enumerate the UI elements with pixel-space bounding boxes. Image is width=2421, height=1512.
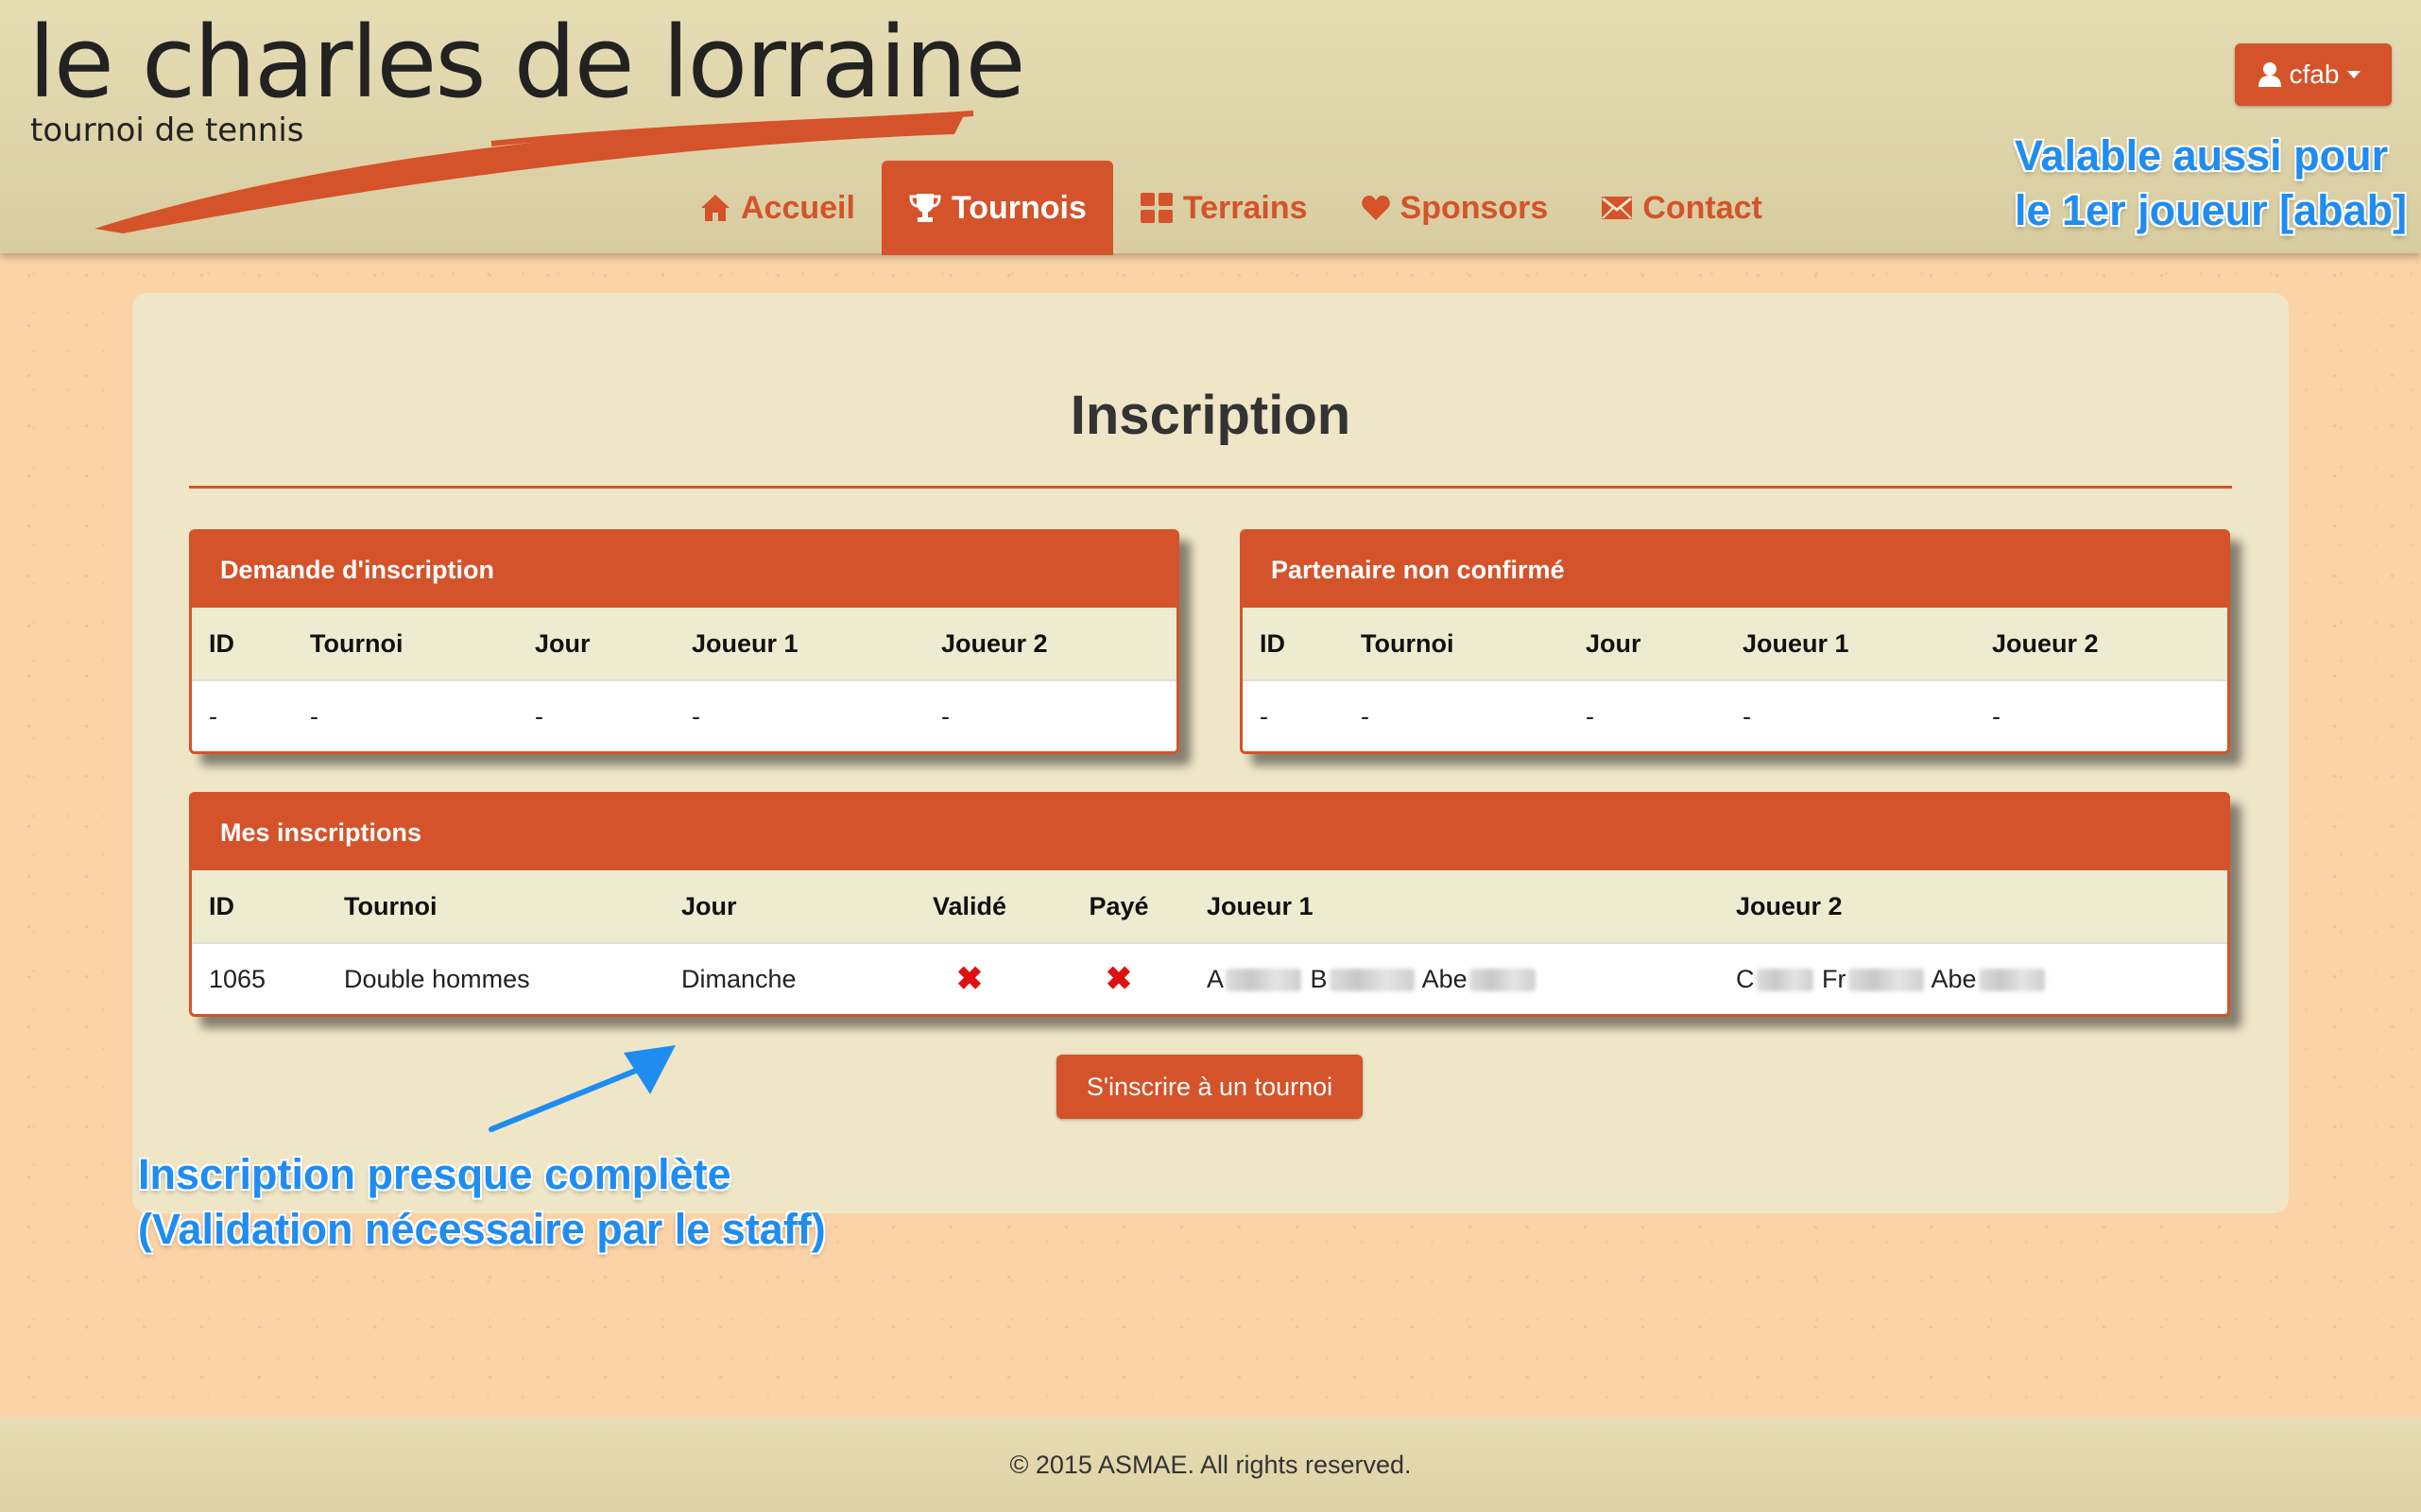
table-cell: - [310, 701, 318, 730]
blurred-text [1329, 969, 1415, 992]
joueur2-cell: C Fr Abe [1719, 943, 2227, 1014]
inscription-tournoi: Double hommes [344, 964, 530, 993]
trophy-icon [909, 194, 941, 222]
inscrire-tournoi-button[interactable]: S'inscrire à un tournoi [1056, 1055, 1363, 1119]
annotation-arrow-icon [489, 1045, 676, 1132]
col-header: Joueur 2 [1975, 608, 2227, 681]
col-header: Validé [891, 870, 1048, 944]
nav-label: Accueil [741, 189, 855, 226]
name-part: Abe [1931, 964, 1977, 993]
user-icon [2258, 62, 2281, 87]
nav-item-tournois[interactable]: Tournois [881, 161, 1113, 255]
col-header: Tournoi [1344, 608, 1569, 681]
blurred-text [1847, 969, 1924, 992]
name-part: A [1207, 964, 1225, 993]
blurred-text [1226, 969, 1302, 992]
nav-item-accueil[interactable]: Accueil [673, 161, 882, 255]
table-cell: - [1260, 701, 1268, 730]
nav-label: Contact [1642, 189, 1762, 226]
user-menu-button[interactable]: cfab [2235, 43, 2392, 106]
partenaire-table: ID Tournoi Jour Joueur 1 Joueur 2 - - - … [1243, 608, 2227, 751]
heart-icon [1361, 196, 1390, 220]
col-header: Jour [664, 870, 891, 944]
annotation-line: (Validation nécessaire par le staff) [138, 1205, 826, 1253]
name-part: C [1736, 964, 1755, 993]
partenaire-card: Partenaire non confirmé ID Tournoi Jour … [1240, 529, 2230, 754]
page-title: Inscription [1070, 385, 1351, 446]
table-row: 1065 Double hommes Dimanche ✖ ✖ A B Abe … [192, 943, 2227, 1014]
table-cell: - [1992, 701, 2000, 730]
paye-status: ✖ [1048, 943, 1190, 1014]
col-header: Joueur 1 [675, 608, 924, 681]
table-row: - - - - - [1243, 680, 2227, 751]
table-cell: - [1361, 701, 1369, 730]
logo-title[interactable]: le charles de lorraine [28, 13, 1025, 112]
col-header: Joueur 1 [1190, 870, 1719, 944]
blurred-text [1978, 969, 2045, 992]
table-header-row: ID Tournoi Jour Joueur 1 Joueur 2 [192, 608, 1176, 681]
col-header: ID [192, 870, 327, 944]
blurred-text [1756, 969, 1813, 992]
cross-icon: ✖ [1105, 961, 1133, 997]
table-header-row: ID Tournoi Jour Validé Payé Joueur 1 Jou… [192, 870, 2227, 944]
table-cell: - [941, 701, 950, 730]
valide-status: ✖ [891, 943, 1048, 1014]
main-nav: Accueil Tournois Terrains Sponsors Conta… [673, 161, 1789, 255]
nav-item-sponsors[interactable]: Sponsors [1334, 161, 1575, 255]
col-header: Tournoi [293, 608, 518, 681]
col-header: Joueur 1 [1726, 608, 1975, 681]
nav-item-contact[interactable]: Contact [1574, 161, 1789, 255]
nav-label: Sponsors [1399, 189, 1549, 226]
nav-label: Terrains [1182, 189, 1308, 226]
title-divider [189, 486, 2232, 489]
user-menu-label: cfab [2289, 60, 2340, 89]
col-header: Joueur 2 [1719, 870, 2227, 944]
table-cell: - [535, 701, 543, 730]
name-part: B [1310, 964, 1328, 993]
table-cell: - [692, 701, 700, 730]
logo-subtitle: tournoi de tennis [30, 112, 304, 149]
col-header: ID [1243, 608, 1344, 681]
col-header: ID [192, 608, 293, 681]
name-part: Fr [1822, 964, 1846, 993]
table-cell: - [209, 701, 217, 730]
annotation-top: Valable aussi pour le 1er joueur [abab] [2015, 129, 2407, 238]
nav-item-terrains[interactable]: Terrains [1113, 161, 1334, 255]
table-cell: - [1743, 701, 1751, 730]
col-header: Joueur 2 [924, 608, 1176, 681]
annotation-line: le 1er joueur [abab] [2015, 186, 2408, 234]
card-title: Mes inscriptions [192, 795, 2227, 870]
table-cell: - [1586, 701, 1594, 730]
col-header: Jour [1569, 608, 1726, 681]
annotation-line: Valable aussi pour [2015, 131, 2389, 180]
annotation-line: Inscription presque complète [138, 1150, 731, 1198]
col-header: Tournoi [327, 870, 664, 944]
table-header-row: ID Tournoi Jour Joueur 1 Joueur 2 [1243, 608, 2227, 681]
home-icon [701, 195, 730, 221]
card-title: Partenaire non confirmé [1243, 532, 2227, 608]
inscription-jour: Dimanche [681, 964, 797, 993]
inscription-id: 1065 [209, 964, 266, 993]
blurred-text [1468, 969, 1536, 992]
name-part: Abe [1421, 964, 1468, 993]
cross-icon: ✖ [955, 961, 984, 997]
demande-table: ID Tournoi Jour Joueur 1 Joueur 2 - - - … [192, 608, 1176, 751]
site-footer: © 2015 ASMAE. All rights reserved. [0, 1418, 2421, 1512]
grid-icon [1140, 193, 1173, 223]
joueur1-cell: A B Abe [1190, 943, 1719, 1014]
mes-inscriptions-table: ID Tournoi Jour Validé Payé Joueur 1 Jou… [192, 870, 2227, 1014]
envelope-icon [1602, 197, 1633, 219]
col-header: Payé [1048, 870, 1190, 944]
card-title: Demande d'inscription [192, 532, 1176, 608]
col-header: Jour [518, 608, 675, 681]
nav-label: Tournois [951, 189, 1087, 226]
demande-inscription-card: Demande d'inscription ID Tournoi Jour Jo… [189, 529, 1179, 754]
annotation-bottom: Inscription presque complète (Validation… [138, 1147, 826, 1257]
table-row: - - - - - [192, 680, 1176, 751]
caret-down-icon [2347, 71, 2361, 78]
mes-inscriptions-card: Mes inscriptions ID Tournoi Jour Validé … [189, 792, 2230, 1017]
copyright-text: © 2015 ASMAE. All rights reserved. [1009, 1450, 1412, 1479]
